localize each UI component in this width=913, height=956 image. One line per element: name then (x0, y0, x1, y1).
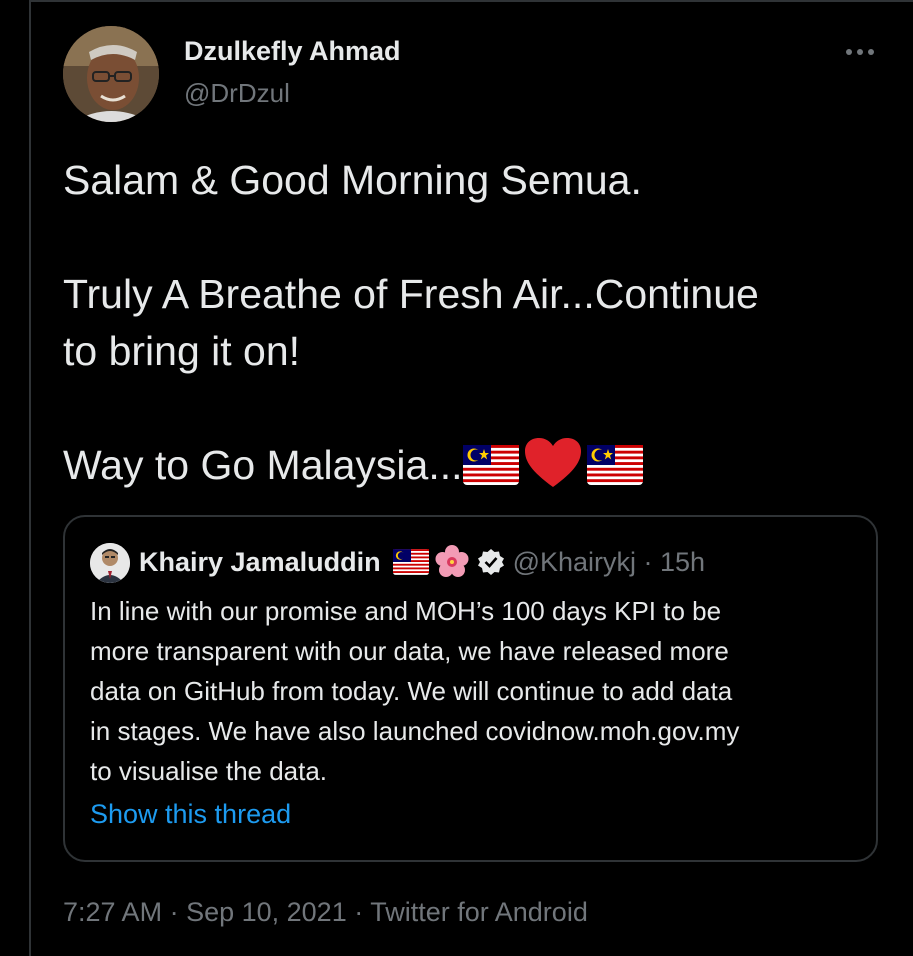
verified-badge-icon (477, 549, 504, 575)
quoted-tweet-line: to visualise the data. (90, 756, 328, 786)
quoted-tweet-line: In line with our promise and MOH’s 100 d… (90, 596, 722, 626)
quoted-author-avatar[interactable] (90, 543, 130, 583)
tweet-timestamp-date[interactable]: Sep 10, 2021 (186, 897, 347, 927)
tweet-source-link[interactable]: Twitter for Android (370, 897, 588, 927)
tweet-timestamp-time[interactable]: 7:27 AM (63, 897, 162, 927)
hibiscus-icon (435, 545, 469, 577)
meta-separator: · (162, 897, 187, 927)
author-name[interactable]: Dzulkefly Ahmad (184, 36, 401, 67)
quoted-tweet[interactable]: Khairy Jamaluddin @Khairykj · 15h In lin… (63, 515, 878, 862)
tweet-line-with-emoji: Way to Go Malaysia... (63, 437, 883, 494)
show-thread-link[interactable]: Show this thread (90, 799, 291, 830)
quoted-tweet-line: more transparent with our data, we have … (90, 636, 729, 666)
author-avatar[interactable] (63, 26, 159, 122)
more-horizontal-icon (846, 49, 874, 55)
tweet-meta: 7:27 AM · Sep 10, 2021 · Twitter for And… (63, 897, 588, 928)
quoted-tweet-line: data on GitHub from today. We will conti… (90, 676, 733, 706)
malaysia-flag-icon (462, 445, 519, 485)
quoted-tweet-line: in stages. We have also launched covidno… (90, 716, 740, 746)
meta-separator: · (346, 897, 371, 927)
tweet-line: Way to Go Malaysia... (63, 442, 463, 488)
tweet-line: Salam & Good Morning Semua. (63, 157, 642, 203)
author-handle[interactable]: @DrDzul (184, 78, 290, 109)
malaysia-flag-icon (586, 445, 643, 485)
red-heart-icon (524, 438, 581, 487)
more-options-button[interactable] (840, 36, 880, 68)
malaysia-flag-icon (392, 549, 429, 575)
quoted-tweet-text: In line with our promise and MOH’s 100 d… (90, 591, 860, 791)
quoted-tweet-header: Khairy Jamaluddin @Khairykj · 15h (139, 545, 705, 579)
tweet-text: Salam & Good Morning Semua. Truly A Brea… (63, 152, 883, 494)
tweet-line: to bring it on! (63, 328, 301, 374)
tweet-line: Truly A Breathe of Fresh Air...Continue (63, 271, 759, 317)
quoted-author-handle-time[interactable]: @Khairykj · 15h (513, 547, 705, 578)
quoted-author-name[interactable]: Khairy Jamaluddin (139, 547, 381, 578)
